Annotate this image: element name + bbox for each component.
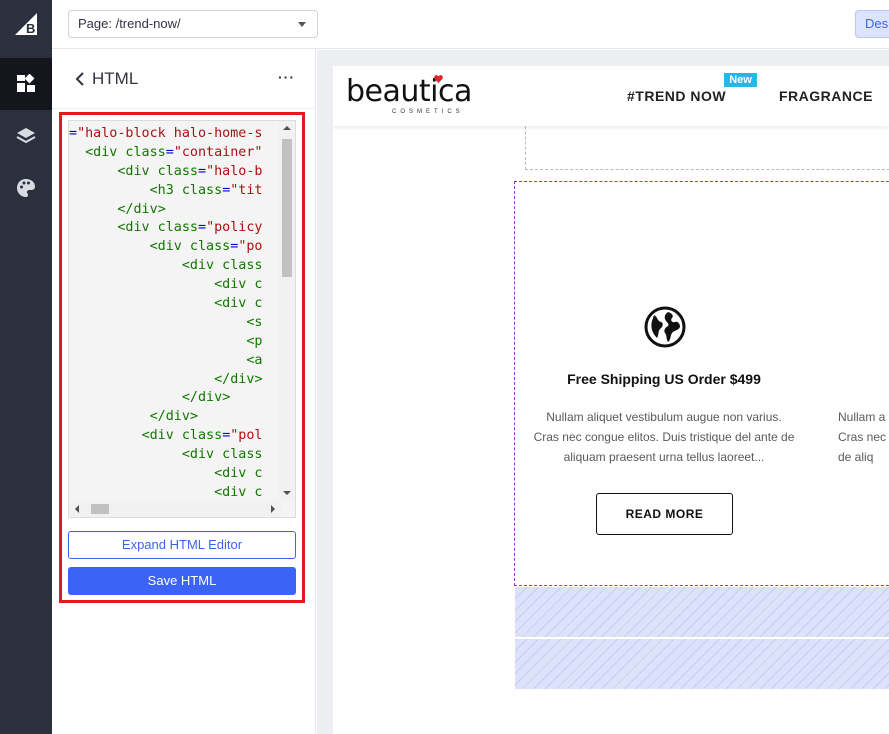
- code-line: <div class: [181, 258, 263, 274]
- code-line: </div>: [214, 371, 263, 387]
- chevron-down-icon: [298, 22, 306, 27]
- code-line: <div class="po: [149, 239, 263, 255]
- read-more-button[interactable]: READ MORE: [596, 493, 733, 535]
- bigcommerce-logo-icon[interactable]: B: [12, 10, 40, 38]
- code-line: </div>: [117, 201, 166, 217]
- partial-line: de aliq: [838, 450, 874, 464]
- code-line: <div c: [214, 466, 263, 482]
- scroll-right-icon[interactable]: [271, 505, 275, 513]
- code-line: <div class="policy: [117, 220, 263, 236]
- horizontal-scrollbar[interactable]: [69, 501, 281, 517]
- top-bar: Page: /trend-now/ Desi: [52, 0, 889, 49]
- panel-title: HTML: [92, 69, 139, 88]
- code-line: <div c: [214, 296, 263, 312]
- code-line: </div>: [181, 390, 231, 406]
- vertical-scrollbar[interactable]: [279, 121, 295, 501]
- layers-icon: [16, 128, 36, 144]
- globe-icon: [644, 306, 686, 348]
- policy-description: Nullam aliquet vestibulum augue non vari…: [533, 410, 795, 464]
- more-options-icon[interactable]: ···: [278, 69, 295, 85]
- nav-item-fragrance[interactable]: FRAGRANCE: [779, 88, 873, 104]
- html-editor-panel: HTML ··· ="halo-block halo-home-s <div c…: [52, 49, 316, 734]
- design-button[interactable]: Desi: [855, 10, 889, 38]
- rail-layers-button[interactable]: [0, 110, 52, 162]
- code-line: <p: [246, 333, 263, 349]
- brand-logo[interactable]: beautica: [346, 74, 472, 109]
- code-line: <div c: [214, 484, 263, 500]
- drop-zone[interactable]: [515, 587, 889, 637]
- svg-text:B: B: [26, 21, 35, 36]
- code-line: <div class="container": [85, 144, 263, 160]
- heart-icon: [434, 75, 443, 83]
- code-line: </div>: [149, 409, 198, 425]
- horizontal-scroll-thumb[interactable]: [91, 504, 109, 514]
- code-line: ="halo-block halo-home-s: [69, 126, 263, 141]
- scroll-up-icon[interactable]: [283, 126, 291, 130]
- code-line: <div class="pol: [141, 428, 263, 444]
- code-text[interactable]: ="halo-block halo-home-s <div class="con…: [69, 125, 281, 501]
- code-line: <div class="halo-b: [117, 163, 263, 179]
- page-selector-value: Page: /trend-now/: [78, 16, 181, 31]
- panel-header: HTML ···: [52, 49, 316, 109]
- scroll-down-icon[interactable]: [283, 491, 291, 495]
- chevron-left-icon[interactable]: [74, 71, 88, 87]
- code-line: <h3 class="tit: [149, 182, 263, 198]
- site-header: beautica COSMETICS #TREND NOW New FRAGRA…: [333, 66, 889, 126]
- code-line: <div class: [181, 447, 263, 463]
- partial-line: Nullam a: [838, 410, 886, 424]
- code-line: <s: [246, 314, 263, 330]
- code-line: <a: [246, 352, 263, 368]
- rail-widgets-button[interactable]: [0, 58, 52, 110]
- nav-item-trend-now[interactable]: #TREND NOW: [627, 88, 726, 104]
- save-html-button[interactable]: Save HTML: [68, 567, 296, 595]
- storefront-preview[interactable]: beautica COSMETICS #TREND NOW New FRAGRA…: [333, 66, 889, 734]
- policy-title: Free Shipping US Order $499: [567, 371, 761, 387]
- page-selector[interactable]: Page: /trend-now/: [68, 10, 318, 38]
- rail-theme-button[interactable]: [0, 162, 52, 214]
- brand-tagline: COSMETICS: [392, 109, 464, 115]
- expand-html-editor-button[interactable]: Expand HTML Editor: [68, 531, 296, 559]
- drop-zone[interactable]: [515, 639, 889, 689]
- partial-line: Cras nec: [838, 430, 887, 444]
- policy-description-partial: Nullam a Cras nec de aliq: [838, 407, 889, 467]
- app-rail: B: [0, 0, 52, 734]
- widgets-icon: [17, 74, 35, 92]
- html-code-editor[interactable]: ="halo-block halo-home-s <div class="con…: [68, 120, 296, 518]
- scroll-left-icon[interactable]: [75, 505, 79, 513]
- vertical-scroll-thumb[interactable]: [282, 139, 292, 277]
- palette-icon: [17, 179, 35, 197]
- new-badge: New: [724, 73, 757, 87]
- code-line: <div c: [214, 277, 263, 293]
